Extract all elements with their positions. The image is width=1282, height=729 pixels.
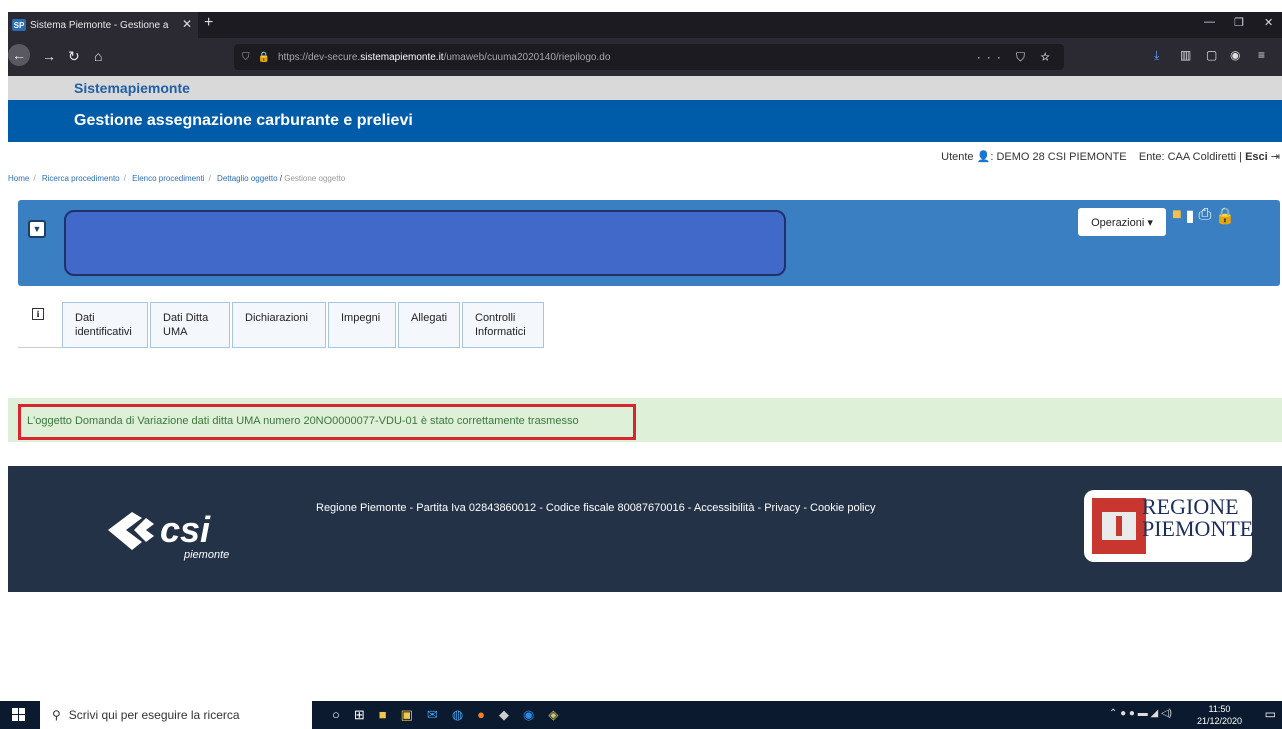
store-icon[interactable]: ▣ [401,707,413,723]
user-icon: 👤 [976,151,991,163]
logout-icon[interactable]: ⇥ [1271,151,1280,163]
url-path: /umaweb/cuuma2020140/riepilogo.do [443,51,611,63]
windows-start-icon[interactable] [12,708,26,722]
regione-logo-line1: REGIONE [1142,494,1239,519]
back-icon[interactable]: ← [8,44,30,66]
panel-actions: ■ ▮ ⎙ 🔒 [1172,206,1235,226]
breadcrumb-dettaglio[interactable]: Dettaglio oggetto [217,174,278,183]
new-tab-icon[interactable]: + [204,14,213,32]
csi-logo: csi piemonte [108,509,229,561]
csi-logo-subtitle: piemonte [183,549,229,561]
minimize-icon[interactable]: — [1204,16,1215,28]
tab-dichiarazioni[interactable]: Dichiarazioni [232,302,326,348]
edge-icon[interactable]: ◍ [452,707,463,723]
misc-app-icon[interactable]: ◈ [548,707,558,723]
csi-logo-text: csi [160,509,211,550]
regione-logo-line2: PIEMONTE [1142,516,1254,541]
reload-icon[interactable]: ↻ [68,48,80,65]
firefox-icon[interactable]: ● [477,707,485,723]
footer: csi piemonte Regione Piemonte - Partita … [8,466,1282,592]
print-icon[interactable]: ⎙ [1198,206,1211,226]
tab-controlli-informatici[interactable]: Controlli Informatici [462,302,544,348]
lock-icon[interactable]: 🔒 [1215,206,1235,226]
operations-dropdown[interactable]: Operazioni ▾ [1078,208,1166,236]
library-icon[interactable]: ▥ [1180,48,1191,62]
site-brand-strip: Sistemapiemonte [8,76,1282,100]
browser-navbar: ← → ↻ ⌂ ⛉ 🔒 https://dev-secure.sistemapi… [8,38,1282,76]
downloads-icon[interactable]: ⤓ [1154,48,1159,63]
system-tray-icons[interactable]: ⌃ ● ● ▬ ◢ ◁) [1109,708,1172,719]
object-tabs: Dati identificativi Dati Ditta UMA Dichi… [62,302,546,348]
redacted-object-info [64,210,786,276]
cortana-icon[interactable]: ○ [332,707,340,723]
tab-close-icon[interactable]: ✕ [182,17,192,31]
user-bar: Utente 👤: DEMO 28 CSI PIEMONTE Ente: CAA… [941,151,1280,163]
url-text: https://dev-secure.sistemapiemonte.it/um… [278,52,610,63]
shield-icon: ⛉ [242,51,250,63]
lock-url-icon: 🔒 [257,51,270,63]
tab-title: Sistema Piemonte - Gestione a [30,19,169,31]
menu-icon[interactable]: ≡ [1258,48,1265,62]
window-close-icon[interactable]: ✕ [1264,16,1273,29]
skype-icon[interactable]: ◉ [523,707,534,723]
tab-dati-ditta-uma[interactable]: Dati Ditta UMA [150,302,230,348]
url-prefix: https://dev-secure. [277,51,361,63]
file-explorer-icon[interactable]: ■ [379,707,387,723]
windows-taskbar: ⚲ Scrivi qui per eseguire la ricerca ○ ⊞… [0,701,1282,729]
footer-legal-text[interactable]: Regione Piemonte - Partita Iva 028438600… [316,502,875,514]
user-label: Utente [941,151,974,163]
favicon-icon: SP [12,19,26,31]
regione-piemonte-logo: REGIONE PIEMONTE [1084,490,1253,562]
browser-tab[interactable]: SP Sistema Piemonte - Gestione a ✕ [8,12,198,38]
success-message: L'oggetto Domanda di Variazione dati dit… [18,404,636,440]
tab-impegni[interactable]: Impegni [328,302,396,348]
folder-icon[interactable]: ■ [1172,206,1182,226]
ente-label: Ente: CAA Coldiretti [1138,151,1237,163]
taskbar-apps: ○ ⊞ ■ ▣ ✉ ◍ ● ◆ ◉ ◈ [332,707,558,723]
info-icon: i [32,308,44,320]
notifications-icon[interactable]: ▭ [1265,707,1276,721]
collapse-toggle-icon[interactable]: ▼ [28,220,46,238]
breadcrumb-ricerca[interactable]: Ricerca procedimento [42,174,120,183]
task-view-icon[interactable]: ⊞ [354,707,365,723]
clock-date: 21/12/2020 [1196,716,1242,726]
sidebar-icon[interactable]: ▢ [1206,48,1217,62]
object-panel: ▼ Operazioni ▾ ■ ▮ ⎙ 🔒 [18,200,1280,286]
regione-flag-icon [1092,498,1146,554]
taskbar-search[interactable]: ⚲ Scrivi qui per eseguire la ricerca [40,701,312,729]
url-host: sistemapiemonte.it [360,51,444,63]
clock-time: 11:50 [1208,704,1231,714]
mail-icon[interactable]: ✉ [427,707,438,723]
breadcrumb: Home / Ricerca procedimento / Elenco proce… [8,174,346,183]
url-actions-icon[interactable]: ··· ⛉ ☆ [977,50,1056,65]
taskbar-search-placeholder: Scrivi qui per eseguire la ricerca [68,708,240,722]
tab-dati-identificativi[interactable]: Dati identificativi [62,302,148,348]
url-bar[interactable]: ⛉ 🔒 https://dev-secure.sistemapiemonte.i… [234,44,1064,70]
regione-logo-text: REGIONE PIEMONTE [1142,496,1253,540]
browser-tabbar: SP Sistema Piemonte - Gestione a ✕ + — ❐… [0,0,1282,38]
search-icon: ⚲ [52,708,61,722]
forward-icon[interactable]: → [42,48,56,64]
breadcrumb-home[interactable]: Home [8,174,29,183]
logout-link[interactable]: Esci [1245,151,1268,163]
site-brand[interactable]: Sistemapiemonte [74,80,190,96]
breadcrumb-current: Gestione oggetto [284,174,346,183]
restore-icon[interactable]: ❐ [1234,16,1244,29]
user-name: DEMO 28 CSI PIEMONTE [996,151,1127,163]
app-title: Gestione assegnazione carburante e preli… [74,112,413,129]
tab-strip: SP Sistema Piemonte - Gestione a ✕ + — ❐… [8,12,1282,38]
account-icon[interactable]: ◉ [1230,48,1240,62]
app-icon[interactable]: ◆ [499,707,509,723]
home-icon[interactable]: ⌂ [94,48,102,64]
document-icon[interactable]: ▮ [1186,206,1195,226]
taskbar-clock[interactable]: 11:50 21/12/2020 [1197,703,1242,727]
breadcrumb-elenco[interactable]: Elenco procedimenti [132,174,204,183]
app-banner: Gestione assegnazione carburante e preli… [8,100,1282,142]
info-tab[interactable]: i [18,302,62,348]
tab-allegati[interactable]: Allegati [398,302,460,348]
